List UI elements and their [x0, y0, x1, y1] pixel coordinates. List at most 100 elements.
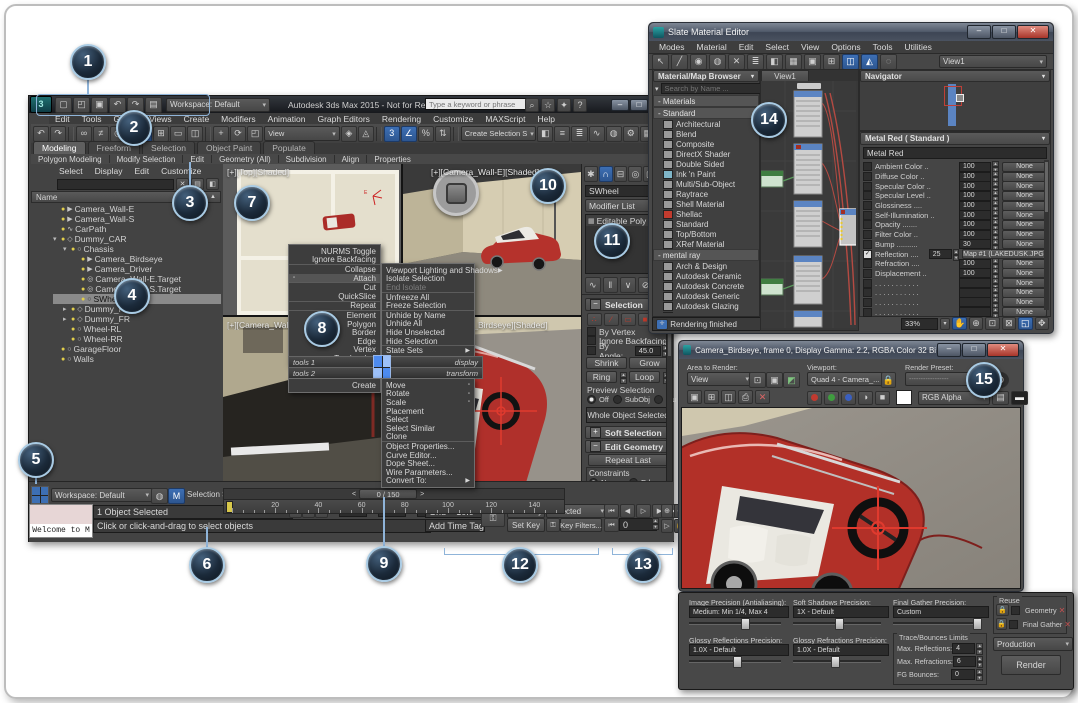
pan-tool-icon[interactable]: ◫ [842, 54, 859, 70]
trace-row-value[interactable]: 6 [953, 656, 976, 667]
slate-menu-select[interactable]: Select [759, 41, 795, 53]
grow-button[interactable]: Grow [629, 357, 670, 369]
put-to-library-icon[interactable]: ◉ [690, 54, 707, 70]
track-bar-ruler[interactable]: 20406080100120140 [223, 499, 565, 514]
quad-item-placement[interactable]: Placement [382, 407, 474, 416]
pick-material-icon[interactable]: ╱ [671, 54, 688, 70]
named-selection-dropdown[interactable]: Create Selection S▾ [461, 126, 537, 141]
auto-region-icon[interactable]: ▣ [766, 372, 783, 388]
ribbon-panel-geometry-all-[interactable]: Geometry (All) [214, 155, 276, 164]
select-by-name-icon[interactable]: ⊞ [153, 126, 169, 142]
quad-item-freeze-selection[interactable]: Freeze Selection [382, 301, 474, 310]
browser-search-input[interactable] [661, 83, 766, 94]
param-value-field[interactable]: 100 [959, 210, 991, 220]
time-slider-thumb[interactable]: 0 / 150 [359, 489, 417, 499]
browser-group--standard[interactable]: - Standard [653, 107, 759, 119]
browser-item-autodesk-generic[interactable]: Autodesk Generic [653, 291, 759, 301]
rectangular-selection-region-icon[interactable]: ▭ [170, 126, 186, 142]
tree-item-camera-birdseye[interactable]: ●▶Camera_Birdseye [53, 254, 221, 264]
param-map-button[interactable]: None [1002, 307, 1047, 317]
param-map-button[interactable]: None [1002, 162, 1047, 172]
quad-item-unfreeze-all[interactable]: Unfreeze All [382, 292, 474, 302]
create-tab-icon[interactable]: ✱ [584, 166, 598, 182]
go-to-start-icon[interactable]: ⏮ [604, 504, 619, 518]
slate-menu-material[interactable]: Material [691, 41, 733, 53]
browser-item-composite[interactable]: Composite [653, 139, 759, 149]
param-value-field[interactable]: 100 [959, 191, 991, 201]
tree-item-dummy-car[interactable]: ▾●◇Dummy_CAR [53, 234, 221, 244]
browser-item-top-bottom[interactable]: Top/Bottom [653, 229, 759, 239]
browser-item-shell-material[interactable]: Shell Material [653, 199, 759, 209]
selection-lock-icon[interactable]: M [168, 488, 185, 504]
param-checkbox[interactable]: ✓ [863, 250, 872, 259]
show-grid-icon[interactable]: ⊞ [823, 54, 840, 70]
show-background-icon[interactable]: ▦ [785, 54, 802, 70]
bulb-icon[interactable]: ● [71, 326, 75, 333]
viewport-top-label[interactable]: [+][Top][Shaded] [227, 167, 289, 177]
hierarchy-tab-icon[interactable]: ⊟ [614, 166, 628, 182]
bulb-icon[interactable]: ● [61, 206, 65, 213]
slate-view-dropdown[interactable]: View1▾ [939, 55, 1047, 68]
isolate-toggle-icon[interactable]: ◍ [151, 488, 168, 504]
edge-subobject-icon[interactable]: ∕ [604, 313, 619, 326]
quad-item-rotate[interactable]: Rotate▫ [382, 390, 474, 399]
ribbon-tab-populate[interactable]: Populate [263, 141, 315, 154]
bulb-icon[interactable]: ● [81, 256, 85, 263]
browser-item-xref-material[interactable]: XRef Material [653, 239, 759, 249]
align-icon[interactable]: ≡ [554, 126, 570, 142]
param-checkbox[interactable] [863, 288, 872, 297]
param-value-field[interactable]: 100 [959, 162, 991, 172]
slate-close-button[interactable]: ✕ [1017, 25, 1049, 39]
go-to-start-icon2[interactable]: ⏮ [604, 518, 619, 532]
trace-row-value[interactable]: 0 [951, 669, 975, 680]
param-map-button[interactable]: None [1002, 230, 1047, 240]
key-filters-button[interactable]: Key Filters... [560, 518, 602, 532]
param-checkbox[interactable] [863, 259, 872, 268]
browser-item-double-sided[interactable]: Double Sided [653, 159, 759, 169]
render-titlebar[interactable]: Camera_Birdseye, frame 0, Display Gamma:… [679, 341, 1023, 359]
render-close-button[interactable]: ✕ [987, 343, 1019, 357]
menu-modifiers[interactable]: Modifiers [215, 113, 261, 125]
preview-radio-subobj[interactable]: SubObj [613, 395, 650, 404]
show-end-result-icon[interactable]: ‖ [603, 277, 619, 293]
param-value-field[interactable] [959, 288, 991, 298]
explorer-menu-customize[interactable]: Customize [155, 165, 207, 177]
delete-selected-icon[interactable]: ✕ [728, 54, 745, 70]
param-value-field[interactable]: 25 [929, 249, 952, 259]
zoom-icon[interactable]: ⊕ [661, 504, 673, 518]
param-checkbox[interactable] [863, 230, 872, 239]
save-image-icon[interactable]: ▣ [687, 390, 702, 404]
edit-region-icon[interactable]: ⊡ [749, 372, 766, 388]
material-editor-icon[interactable]: ◍ [606, 126, 622, 142]
quad-item-scale[interactable]: Scale▫ [382, 398, 474, 407]
bulb-icon[interactable]: ● [61, 356, 65, 363]
param-map-button[interactable]: None [1002, 239, 1047, 249]
slate-menu-view[interactable]: View [795, 41, 825, 53]
edit-geometry-rollout-header[interactable]: −Edit Geometry [585, 440, 671, 453]
maximize-button[interactable]: □ [630, 99, 648, 111]
bulb-icon[interactable]: ● [61, 346, 65, 353]
quad-item-repeat[interactable]: Repeat [289, 301, 380, 311]
browser-item-standard[interactable]: Standard [653, 219, 759, 229]
move-children-icon[interactable]: ≣ [747, 54, 764, 70]
spinner-snap-icon[interactable]: ⇅ [435, 126, 451, 142]
minimize-button[interactable]: – [611, 99, 629, 111]
soft-selection-rollout-header[interactable]: +Soft Selection [585, 426, 671, 439]
slate-maximize-button[interactable]: □ [992, 25, 1016, 39]
param-map-button[interactable]: None [1002, 210, 1047, 220]
param-value-field[interactable] [959, 278, 991, 288]
material-header[interactable]: Metal Red ( Standard )▾ [860, 132, 1050, 145]
param-value-field[interactable]: 100 [959, 259, 991, 269]
param-map-button[interactable]: Map #1 (LAKEDUSK.JPG) [962, 249, 1047, 259]
bulb-icon[interactable]: ● [61, 216, 65, 223]
tree-item-wheel-rl[interactable]: ●○Wheel-RL [53, 324, 221, 334]
param-map-button[interactable]: None [1002, 278, 1047, 288]
copy-image-icon[interactable]: ⊞ [704, 390, 719, 404]
unlink-selection-icon[interactable]: ≠ [93, 126, 109, 142]
quad-item-convert-to-[interactable]: Convert To:▶ [382, 477, 474, 486]
hide-unused-nodeslots-icon[interactable]: ◧ [766, 54, 783, 70]
vertex-subobject-icon[interactable]: ∴ [587, 313, 602, 326]
quad-item-create[interactable]: Create [289, 381, 380, 390]
param-map-button[interactable]: None [1002, 220, 1047, 230]
reuse-final-gather-checkbox[interactable] [1009, 620, 1018, 629]
